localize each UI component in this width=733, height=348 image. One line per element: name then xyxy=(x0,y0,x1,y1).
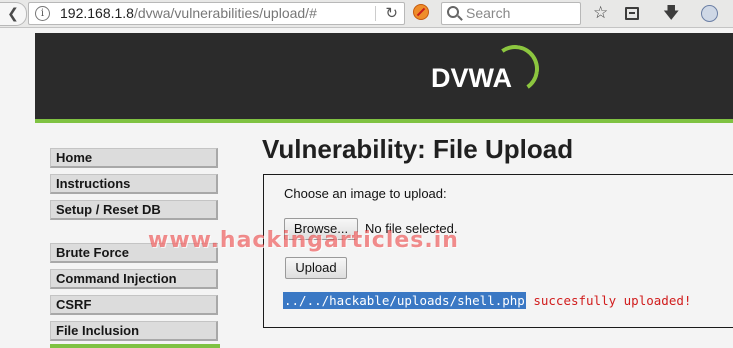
sidebar-item-csrf[interactable]: CSRF xyxy=(50,295,218,315)
search-icon xyxy=(447,6,459,18)
info-icon[interactable]: i xyxy=(35,6,50,21)
star-icon[interactable]: ☆ xyxy=(593,3,608,23)
dvwa-header: DVWA xyxy=(35,33,733,119)
logo-text: DVWA xyxy=(431,63,512,93)
watermark-text: www.hackingarticles.in xyxy=(148,228,459,253)
page-title: Vulnerability: File Upload xyxy=(262,134,574,164)
sidebar-item-command-injection[interactable]: Command Injection xyxy=(50,269,218,289)
url-path: /dvwa/vulnerabilities/upload/# xyxy=(133,5,317,21)
sidebar-item-home[interactable]: Home xyxy=(50,148,218,168)
upload-result: ../../hackable/uploads/shell.php succesf… xyxy=(283,292,692,309)
page-content: DVWA Home Instructions Setup / Reset DB … xyxy=(0,28,733,348)
choose-label: Choose an image to upload: xyxy=(284,186,447,201)
back-arrow-icon[interactable]: ❮ xyxy=(0,2,27,26)
dvwa-extension-icon[interactable] xyxy=(701,5,718,22)
noscript-icon[interactable] xyxy=(413,4,429,20)
url-bar[interactable]: i 192.168.1.8/dvwa/vulnerabilities/uploa… xyxy=(28,2,405,25)
reader-icon[interactable] xyxy=(625,7,639,20)
browser-toolbar: ❮ i 192.168.1.8/dvwa/vulnerabilities/upl… xyxy=(0,0,733,28)
upload-success-message: succesfully uploaded! xyxy=(525,293,692,308)
url-divider xyxy=(375,6,376,21)
sidebar-item-setup-reset-db[interactable]: Setup / Reset DB xyxy=(50,200,218,220)
url-host: 192.168.1.8 xyxy=(60,5,134,21)
dvwa-logo[interactable]: DVWA xyxy=(431,41,543,105)
upload-button[interactable]: Upload xyxy=(285,257,347,279)
sidebar-item-file-inclusion[interactable]: File Inclusion xyxy=(50,321,218,341)
sidebar-item-instructions[interactable]: Instructions xyxy=(50,174,218,194)
uploaded-file-path: ../../hackable/uploads/shell.php xyxy=(283,292,526,309)
sidebar-active-indicator xyxy=(50,344,220,348)
page-gutter xyxy=(0,28,35,348)
download-icon[interactable]: 🡇 xyxy=(663,3,679,23)
reload-icon[interactable]: ↻ xyxy=(385,4,398,22)
url-text[interactable]: 192.168.1.8/dvwa/vulnerabilities/upload/… xyxy=(60,4,317,23)
header-stripe xyxy=(35,119,733,123)
search-input[interactable]: Search xyxy=(441,2,581,25)
search-placeholder: Search xyxy=(466,5,511,21)
